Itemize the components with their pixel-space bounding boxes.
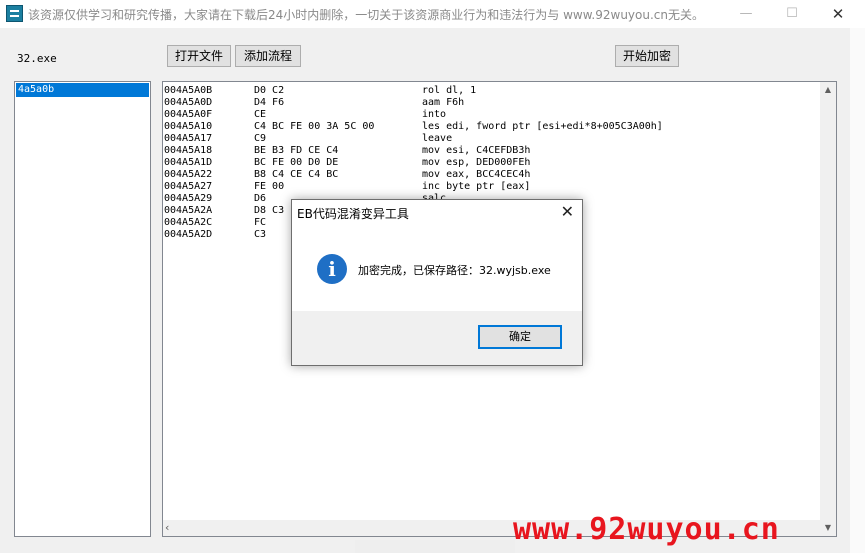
open-file-button[interactable]: 打开文件 (167, 45, 231, 67)
code-hex: D0 C2 (254, 85, 285, 96)
code-addr: 004A5A18 (164, 145, 213, 156)
code-addr: 004A5A2D (164, 229, 213, 240)
code-asm: mov eax, BCC4CEC4h (422, 169, 531, 180)
scroll-down-icon[interactable]: ▼ (820, 520, 836, 536)
code-asm: aam F6h (422, 97, 465, 108)
add-flow-button[interactable]: 添加流程 (235, 45, 301, 67)
code-hex: CE (254, 109, 267, 120)
code-addr: 004A5A1D (164, 157, 213, 168)
code-hex: BC FE 00 D0 DE (254, 157, 339, 168)
code-hex: D8 C3 (254, 205, 285, 216)
close-button[interactable]: ✕ (815, 0, 861, 28)
title-bar: 该资源仅供学习和研究传播，大家请在下载后24小时内删除，一切关于该资源商业行为和… (0, 0, 865, 28)
dialog-message: 加密完成，已保存路径：32.wyjsb.exe (358, 264, 551, 277)
dialog-footer: 确定 (292, 311, 582, 365)
code-addr: 004A5A0D (164, 97, 213, 108)
list-item[interactable]: 4a5a0b (16, 83, 149, 97)
watermark: www.92wuyou.cn (513, 512, 780, 547)
flow-list[interactable]: 4a5a0b (14, 81, 151, 537)
code-asm: les edi, fword ptr [esi+edi*8+005C3A00h] (422, 121, 663, 132)
scroll-up-icon[interactable]: ▲ (820, 82, 836, 98)
vertical-scrollbar[interactable]: ▲ ▼ (820, 82, 836, 536)
minimize-button[interactable]: — (723, 0, 769, 28)
code-asm: into (422, 109, 447, 120)
code-asm: leave (422, 133, 453, 144)
code-hex: C4 BC FE 00 3A 5C 00 (254, 121, 375, 132)
start-encrypt-button[interactable]: 开始加密 (615, 45, 679, 67)
app-icon (6, 5, 23, 22)
code-hex: B8 C4 CE C4 BC (254, 169, 339, 180)
code-asm: mov esp, DED000FEh (422, 157, 531, 168)
code-addr: 004A5A29 (164, 193, 213, 204)
window-title: 该资源仅供学习和研究传播，大家请在下载后24小时内删除，一切关于该资源商业行为和… (28, 8, 705, 22)
code-addr: 004A5A10 (164, 121, 213, 132)
ok-button[interactable]: 确定 (478, 325, 562, 349)
dialog-close-icon[interactable]: ✕ (561, 202, 574, 221)
code-addr: 004A5A0B (164, 85, 213, 96)
filename-label: 32.exe (17, 52, 57, 65)
info-icon: i (317, 254, 347, 284)
code-hex: FE 00 (254, 181, 285, 192)
code-addr: 004A5A17 (164, 133, 213, 144)
info-dialog: EB代码混淆变异工具 ✕ i 加密完成，已保存路径：32.wyjsb.exe 确… (291, 199, 583, 366)
code-addr: 004A5A2A (164, 205, 213, 216)
maximize-button[interactable]: ☐ (769, 0, 815, 28)
background-strip-bottom (355, 540, 515, 553)
code-hex: D6 (254, 193, 267, 204)
dialog-title: EB代码混淆变异工具 (297, 207, 409, 221)
background-strip (850, 28, 865, 553)
code-hex: C9 (254, 133, 267, 144)
code-hex: BE B3 FD CE C4 (254, 145, 339, 156)
code-asm: mov esi, C4CEFDB3h (422, 145, 531, 156)
code-hex: FC (254, 217, 267, 228)
code-asm: inc byte ptr [eax] (422, 181, 531, 192)
code-hex: D4 F6 (254, 97, 285, 108)
code-addr: 004A5A0F (164, 109, 213, 120)
scroll-left-icon[interactable]: ‹ (165, 520, 179, 536)
code-asm: rol dl, 1 (422, 85, 477, 96)
code-addr: 004A5A2C (164, 217, 213, 228)
code-addr: 004A5A27 (164, 181, 213, 192)
code-hex: C3 (254, 229, 267, 240)
code-addr: 004A5A22 (164, 169, 213, 180)
